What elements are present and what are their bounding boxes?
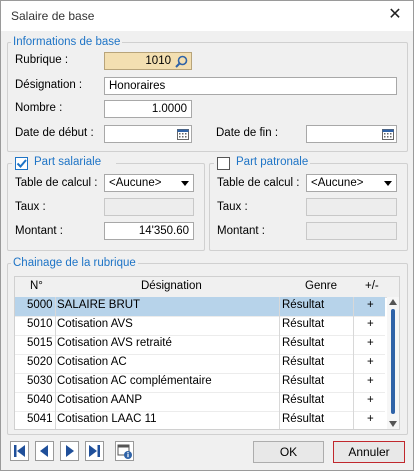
header-designation[interactable]: Désignation [141, 280, 202, 292]
row-designation: Cotisation AC [57, 356, 127, 368]
patronale-montant-label: Montant : [217, 225, 265, 237]
ok-button[interactable]: OK [253, 441, 324, 463]
row-no: 5030 [27, 375, 53, 387]
close-icon[interactable]: ✕ [385, 5, 405, 25]
calendar-icon[interactable] [382, 128, 394, 140]
salariale-table-label: Table de calcul : [15, 177, 98, 189]
row-genre: Résultat [282, 375, 325, 387]
scroll-down-icon[interactable] [389, 421, 397, 427]
table-scrollbar[interactable] [387, 297, 399, 429]
row-genre: Résultat [282, 413, 325, 425]
row-no: 5015 [27, 337, 53, 349]
first-record-icon[interactable] [10, 441, 29, 461]
date-fin-input[interactable] [306, 125, 397, 143]
row-genre: Résultat [282, 299, 325, 311]
chevron-down-icon [181, 181, 189, 186]
row-sign: + [367, 299, 374, 311]
designation-label: Désignation : [15, 79, 83, 91]
table-row[interactable]: 5040 Cotisation AANP Résultat + [15, 392, 385, 412]
row-designation: Cotisation AVS [57, 318, 133, 330]
part-patronale-checkbox[interactable] [217, 157, 230, 170]
part-salariale-checkbox[interactable] [15, 157, 28, 170]
date-debut-label: Date de début : [15, 127, 94, 139]
row-no: 5041 [27, 413, 53, 425]
row-no: 5010 [27, 318, 53, 330]
rubrique-value: 1010 [145, 55, 171, 67]
table-row[interactable]: 5010 Cotisation AVS Résultat + [15, 316, 385, 336]
header-plusminus[interactable]: +/- [365, 280, 379, 292]
patronale-table-value: <Aucune> [311, 177, 364, 189]
row-genre: Résultat [282, 318, 325, 330]
row-designation: Cotisation LAAC 11 [57, 413, 157, 425]
nombre-label: Nombre : [15, 102, 63, 114]
next-record-icon[interactable] [60, 441, 79, 461]
patronale-taux-label: Taux : [217, 201, 248, 213]
calendar-icon[interactable] [177, 128, 189, 140]
table-row[interactable]: 5000 SALAIRE BRUT Résultat + [15, 297, 385, 317]
salariale-montant-label: Montant : [15, 225, 63, 237]
row-designation: SALAIRE BRUT [57, 299, 141, 311]
row-designation: Cotisation AVS retraité [57, 337, 172, 349]
date-fin-label: Date de fin : [216, 127, 279, 139]
table-row[interactable]: 5030 Cotisation AC complémentaire Résult… [15, 373, 385, 393]
scroll-up-icon[interactable] [389, 299, 397, 305]
salariale-taux-input[interactable] [104, 198, 194, 216]
table-row[interactable]: 5015 Cotisation AVS retraité Résultat + [15, 335, 385, 355]
patronale-table-label: Table de calcul : [217, 177, 300, 189]
patronale-taux-input[interactable] [306, 198, 397, 216]
scrollbar-thumb[interactable] [391, 309, 395, 414]
nombre-input[interactable]: 1.0000 [104, 100, 192, 118]
row-genre: Résultat [282, 337, 325, 349]
row-designation: Cotisation AC complémentaire [57, 375, 212, 387]
salariale-table-value: <Aucune> [109, 177, 162, 189]
informations-de-base-legend: Informations de base [11, 36, 123, 48]
patronale-table-select[interactable]: <Aucune> [306, 174, 397, 192]
row-no: 5020 [27, 356, 53, 368]
salariale-taux-label: Taux : [15, 201, 46, 213]
row-sign: + [367, 356, 374, 368]
row-sign: + [367, 413, 374, 425]
chevron-down-icon [384, 181, 392, 186]
table-row[interactable]: 5041 Cotisation LAAC 11 Résultat + [15, 411, 385, 429]
previous-record-icon[interactable] [35, 441, 54, 461]
calendar-info-icon[interactable] [115, 441, 134, 461]
header-no[interactable]: N° [30, 280, 43, 292]
rubrique-input[interactable]: 1010 [104, 52, 192, 70]
row-no: 5000 [27, 299, 53, 311]
part-patronale-legend: Part patronale [234, 156, 311, 168]
row-sign: + [367, 318, 374, 330]
cancel-button[interactable]: Annuler [333, 441, 405, 463]
row-sign: + [367, 337, 374, 349]
row-designation: Cotisation AANP [57, 394, 143, 406]
date-debut-input[interactable] [104, 125, 192, 143]
patronale-montant-input[interactable] [306, 222, 397, 240]
header-genre[interactable]: Genre [305, 280, 337, 292]
row-sign: + [367, 394, 374, 406]
title-bar: Salaire de base ✕ [1, 1, 413, 31]
salariale-montant-input[interactable]: 14'350.60 [104, 222, 194, 240]
salariale-table-select[interactable]: <Aucune> [104, 174, 194, 192]
rubrique-label: Rubrique : [15, 54, 69, 66]
row-no: 5040 [27, 394, 53, 406]
last-record-icon[interactable] [85, 441, 104, 461]
designation-input[interactable]: Honoraires [104, 77, 397, 95]
chainage-legend: Chainage de la rubrique [11, 257, 138, 269]
row-sign: + [367, 375, 374, 387]
window-title: Salaire de base [11, 9, 95, 23]
chainage-table: N° Désignation Genre +/- 5000 SALAIRE BR… [14, 276, 400, 430]
search-icon[interactable] [175, 55, 188, 68]
part-salariale-legend: Part salariale [32, 156, 104, 168]
table-header: N° Désignation Genre +/- [15, 277, 399, 298]
row-genre: Résultat [282, 394, 325, 406]
row-genre: Résultat [282, 356, 325, 368]
table-row[interactable]: 5020 Cotisation AC Résultat + [15, 354, 385, 374]
checkmark-icon [16, 159, 27, 168]
